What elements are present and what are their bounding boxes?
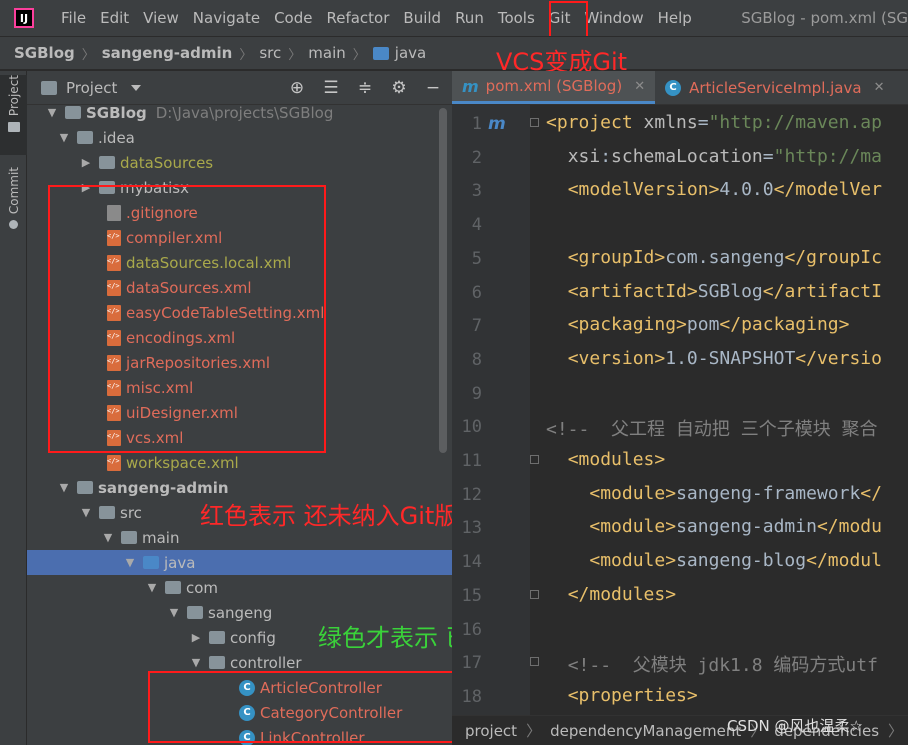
code-token: </modelVer (773, 179, 882, 201)
code-token: xsi (567, 145, 601, 167)
code-token: sangeng-blog (676, 550, 807, 572)
chevron-right-icon: 〉 (526, 722, 542, 740)
code-line: </modules> (546, 584, 676, 605)
code-token: schemaLocation (611, 145, 763, 167)
code-line: <modules> (546, 449, 666, 470)
code-token: <module> (589, 482, 677, 504)
fold-marker-icon[interactable] (530, 118, 539, 127)
code-line: <!-- 父工程 自动把 三个子模块 聚合 (546, 415, 878, 441)
code-token: com.sangeng (665, 246, 785, 268)
code-lines: <project xmlns="http://maven.ap xsi:sche… (0, 0, 908, 715)
code-token: </versio (795, 347, 882, 369)
code-token: <module> (589, 550, 677, 572)
code-token: 4.0.0 (719, 179, 774, 201)
code-line: <groupId>com.sangeng</groupIc (546, 247, 882, 268)
code-line: <modelVersion>4.0.0</modelVer (546, 179, 882, 200)
code-token: <properties> (567, 684, 698, 706)
code-token: </modu (816, 516, 882, 538)
code-token: <module> (589, 516, 677, 538)
code-token: </modules> (567, 583, 677, 605)
code-token: </groupIc (784, 246, 882, 268)
code-token: pom (686, 314, 720, 336)
code-token: : (600, 145, 612, 167)
code-line: <module>sangeng-framework</ (546, 483, 882, 504)
crumb-project[interactable]: project (465, 722, 517, 740)
code-token: SGBlog (697, 280, 763, 302)
code-token: = (697, 112, 709, 133)
fold-marker-icon[interactable] (530, 657, 539, 666)
code-token: = (762, 145, 774, 167)
code-line: <!-- 父模块 jdk1.8 编码方式utf (546, 651, 878, 677)
crumb-dependency-management[interactable]: dependencyManagement (550, 722, 741, 740)
code-token: sangeng-framework (676, 482, 861, 504)
code-line: xsi:schemaLocation="http://ma (546, 146, 882, 167)
chevron-right-icon: 〉 (888, 722, 904, 740)
csdn-watermark: CSDN @风也温柔☆ (727, 717, 863, 735)
code-token: <artifactId> (567, 280, 698, 302)
code-token: "http://maven.ap (708, 112, 882, 133)
code-token: "http://ma (773, 145, 882, 167)
code-token: </modul (806, 550, 882, 572)
code-token: <!-- 父工程 自动把 三个子模块 聚合 (546, 419, 878, 441)
code-token: xmlns (643, 112, 698, 133)
code-line: <module>sangeng-admin</modu (546, 516, 882, 537)
code-token: <!-- 父模块 jdk1.8 编码方式utf (567, 655, 878, 677)
code-token: </ (860, 482, 882, 504)
code-token: sangeng-admin (676, 516, 817, 538)
code-token: <groupId> (567, 246, 666, 268)
code-token: <modules> (567, 449, 666, 470)
code-line: <project xmlns="http://maven.ap (546, 112, 882, 133)
code-token: </artifactI (762, 280, 882, 302)
fold-marker-icon[interactable] (530, 590, 539, 599)
code-token: </packaging> (719, 314, 850, 336)
code-line: <artifactId>SGBlog</artifactI (546, 281, 882, 302)
code-line: <properties> (546, 685, 698, 706)
code-token: <project (546, 112, 644, 133)
fold-marker-icon[interactable] (530, 455, 539, 464)
code-token: <modelVersion> (567, 179, 720, 201)
code-token: <packaging> (567, 314, 687, 336)
code-line: <packaging>pom</packaging> (546, 314, 850, 336)
code-token: <version> (567, 347, 666, 369)
code-line: <module>sangeng-blog</modul (546, 550, 882, 571)
code-token: 1.0-SNAPSHOT (665, 347, 796, 369)
code-line: <version>1.0-SNAPSHOT</versio (546, 348, 882, 369)
